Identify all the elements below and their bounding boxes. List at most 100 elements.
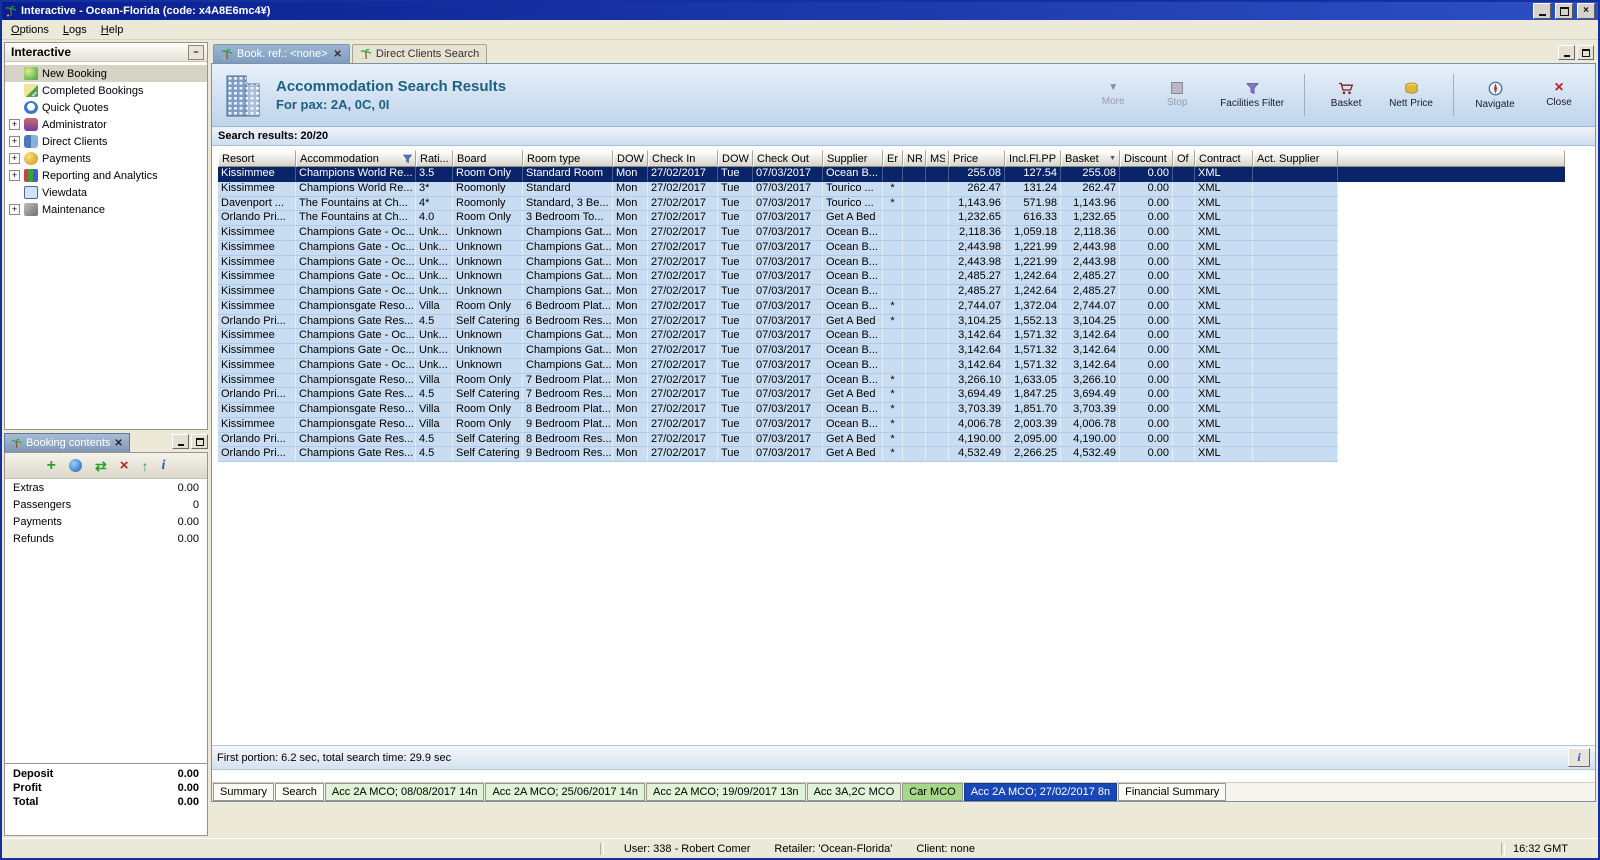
column-header-price-13[interactable]: Price	[949, 150, 1005, 167]
table-row-20[interactable]: Orlando Pri... Champions Gate Res... 4.5 Se…	[218, 447, 1338, 462]
document-maximize-button[interactable]	[1577, 45, 1594, 60]
cell: 4,006.78	[1061, 417, 1120, 432]
table-row-7[interactable]: Kissimmee Champions Gate - Oc... Unk... Unk…	[218, 255, 1338, 271]
sidebar-item-payments[interactable]: + Payments	[5, 150, 207, 167]
column-header-rati-2[interactable]: Rati...	[416, 150, 453, 167]
close-window-button[interactable]: ×	[1577, 3, 1595, 19]
more-button[interactable]: ▼ More	[1087, 72, 1139, 118]
cell: 1,232.65	[949, 211, 1005, 225]
facilities-filter-button[interactable]: Facilities Filter	[1215, 72, 1289, 118]
expand-icon[interactable]: +	[9, 136, 20, 147]
bottom-tab-acc-2a-mco-27-02-2017-8n[interactable]: Acc 2A MCO; 27/02/2017 8n	[963, 783, 1118, 801]
table-row-12[interactable]: Kissimmee Champions Gate - Oc... Unk... Unk…	[218, 329, 1338, 344]
expand-icon[interactable]: +	[9, 153, 20, 164]
panel-minimize-button[interactable]	[172, 434, 189, 449]
close-icon[interactable]: ✕	[114, 438, 122, 449]
column-header-accommodation-1[interactable]: Accommodation	[296, 150, 416, 167]
sidebar-item-new-booking[interactable]: New Booking	[5, 65, 207, 82]
expand-icon[interactable]: +	[9, 204, 20, 215]
sidebar-item-reporting-and-analytics[interactable]: + Reporting and Analytics	[5, 167, 207, 184]
table-row-6[interactable]: Kissimmee Champions Gate - Oc... Unk... Unk…	[218, 240, 1338, 256]
table-row-15[interactable]: Kissimmee Championsgate Reso... Villa Room …	[218, 373, 1338, 389]
column-header-check-out-8[interactable]: Check Out	[753, 150, 823, 167]
panel-maximize-button[interactable]	[191, 434, 208, 449]
maximize-button[interactable]	[1555, 3, 1573, 19]
column-header-ms-12[interactable]: MS	[926, 150, 949, 167]
column-header-nr-11[interactable]: NR	[903, 150, 926, 167]
table-row-3[interactable]: Davenport ... The Fountains at Ch... 4* Roo…	[218, 196, 1338, 212]
column-header-check-in-6[interactable]: Check In	[648, 150, 718, 167]
table-row-4[interactable]: Orlando Pri... The Fountains at Ch... 4.0 R…	[218, 211, 1338, 226]
sidebar-item-direct-clients[interactable]: + Direct Clients	[5, 133, 207, 150]
column-header-room-type-4[interactable]: Room type	[523, 150, 613, 167]
bottom-tab-search[interactable]: Search	[275, 783, 324, 801]
table-row-9[interactable]: Kissimmee Champions Gate - Oc... Unk... Unk…	[218, 285, 1338, 300]
column-header-dow-5[interactable]: DOW	[613, 150, 648, 167]
menu-logs[interactable]: Logs	[56, 23, 94, 37]
collapse-panel-button[interactable]: −	[188, 44, 204, 60]
table-row-18[interactable]: Kissimmee Championsgate Reso... Villa Room …	[218, 417, 1338, 433]
column-header-discount-16[interactable]: Discount	[1120, 150, 1173, 167]
expand-icon[interactable]: +	[9, 170, 20, 181]
globe-icon[interactable]	[68, 459, 82, 472]
bottom-tab-summary[interactable]: Summary	[213, 783, 275, 801]
sidebar-item-completed-bookings[interactable]: Completed Bookings	[5, 82, 207, 99]
booking-contents-tab[interactable]: Booking contents ✕	[4, 433, 130, 452]
table-row-17[interactable]: Kissimmee Championsgate Reso... Villa Room …	[218, 403, 1338, 418]
column-label: Check In	[652, 152, 696, 165]
close-tab-icon[interactable]: ✕	[334, 49, 342, 60]
export-icon[interactable]: ↑	[141, 459, 148, 473]
nett-price-button[interactable]: Nett Price	[1384, 72, 1438, 118]
column-header-er-10[interactable]: Er	[883, 150, 903, 167]
basket-button[interactable]: Basket	[1320, 72, 1372, 118]
document-minimize-button[interactable]	[1558, 45, 1575, 60]
tab-booking-ref[interactable]: Book. ref.: <none> ✕	[213, 44, 350, 63]
info-button[interactable]: i	[1568, 748, 1590, 767]
table-row-2[interactable]: Kissimmee Champions World Re... 3* Roomonly…	[218, 181, 1338, 197]
table-row-5[interactable]: Kissimmee Champions Gate - Oc... Unk... Unk…	[218, 226, 1338, 241]
bottom-tab-acc-3a-2c-mco[interactable]: Acc 3A,2C MCO	[806, 783, 902, 801]
column-header-dow-7[interactable]: DOW	[718, 150, 753, 167]
column-header-board-3[interactable]: Board	[453, 150, 523, 167]
navigate-button[interactable]: Navigate	[1469, 72, 1521, 118]
table-row-10[interactable]: Kissimmee Championsgate Reso... Villa Room …	[218, 299, 1338, 315]
column-header-of-17[interactable]: Of	[1173, 150, 1195, 167]
table-row-19[interactable]: Orlando Pri... Champions Gate Res... 4.5 Se…	[218, 432, 1338, 448]
sidebar-item-quick-quotes[interactable]: Quick Quotes	[5, 99, 207, 116]
info-icon[interactable]: i	[161, 458, 165, 473]
bottom-tab-financial-summary[interactable]: Financial Summary	[1118, 783, 1227, 801]
bottom-tab-acc-2a-mco-19-09-2017-13n[interactable]: Acc 2A MCO; 19/09/2017 13n	[646, 783, 806, 801]
table-row-14[interactable]: Kissimmee Champions Gate - Oc... Unk... Unk…	[218, 358, 1338, 374]
cell: Kissimmee	[218, 373, 296, 388]
sidebar-item-administrator[interactable]: + Administrator	[5, 116, 207, 133]
stop-button[interactable]: Stop	[1151, 72, 1203, 118]
bottom-tab-acc-2a-mco-08-08-2017-14n[interactable]: Acc 2A MCO; 08/08/2017 14n	[324, 783, 485, 801]
bottom-tab-acc-2a-mco-25-06-2017-14n[interactable]: Acc 2A MCO; 25/06/2017 14n	[485, 783, 646, 801]
table-row-16[interactable]: Orlando Pri... Champions Gate Res... 4.5 Se…	[218, 388, 1338, 403]
minimize-button[interactable]	[1533, 3, 1551, 19]
sidebar-item-maintenance[interactable]: + Maintenance	[5, 201, 207, 218]
cell: 0.00	[1120, 432, 1173, 447]
menu-help[interactable]: Help	[94, 23, 131, 37]
close-button[interactable]: × Close	[1533, 72, 1585, 118]
column-header-supplier-9[interactable]: Supplier	[823, 150, 883, 167]
sidebar-item-viewdata[interactable]: Viewdata	[5, 184, 207, 201]
menu-options[interactable]: Options	[4, 23, 56, 37]
column-header-basket-15[interactable]: Basket ▼	[1061, 150, 1120, 167]
add-icon[interactable]: +	[47, 457, 56, 474]
expand-icon[interactable]: +	[9, 119, 20, 130]
filter-funnel-icon[interactable]	[403, 154, 412, 163]
transfer-icon[interactable]: ⇄	[95, 459, 107, 473]
table-row-11[interactable]: Orlando Pri... Champions Gate Res... 4.5 Se…	[218, 314, 1338, 330]
table-row-8[interactable]: Kissimmee Champions Gate - Oc... Unk... Unk…	[218, 270, 1338, 285]
delete-icon[interactable]: ×	[120, 458, 129, 473]
cell: 07/03/2017	[753, 285, 823, 299]
tab-direct-clients-search[interactable]: Direct Clients Search	[351, 44, 488, 63]
column-header-incl-fl-pp-14[interactable]: Incl.Fl.PP	[1005, 150, 1061, 167]
column-header-resort-0[interactable]: Resort	[218, 150, 296, 167]
table-row-1[interactable]: Kissimmee Champions World Re... 3.5 Room On…	[218, 167, 1565, 182]
column-header-act-supplier-19[interactable]: Act. Supplier	[1253, 150, 1338, 167]
column-header-contract-18[interactable]: Contract	[1195, 150, 1253, 167]
table-row-13[interactable]: Kissimmee Champions Gate - Oc... Unk... Unk…	[218, 344, 1338, 359]
bottom-tab-car-mco[interactable]: Car MCO	[902, 783, 963, 801]
